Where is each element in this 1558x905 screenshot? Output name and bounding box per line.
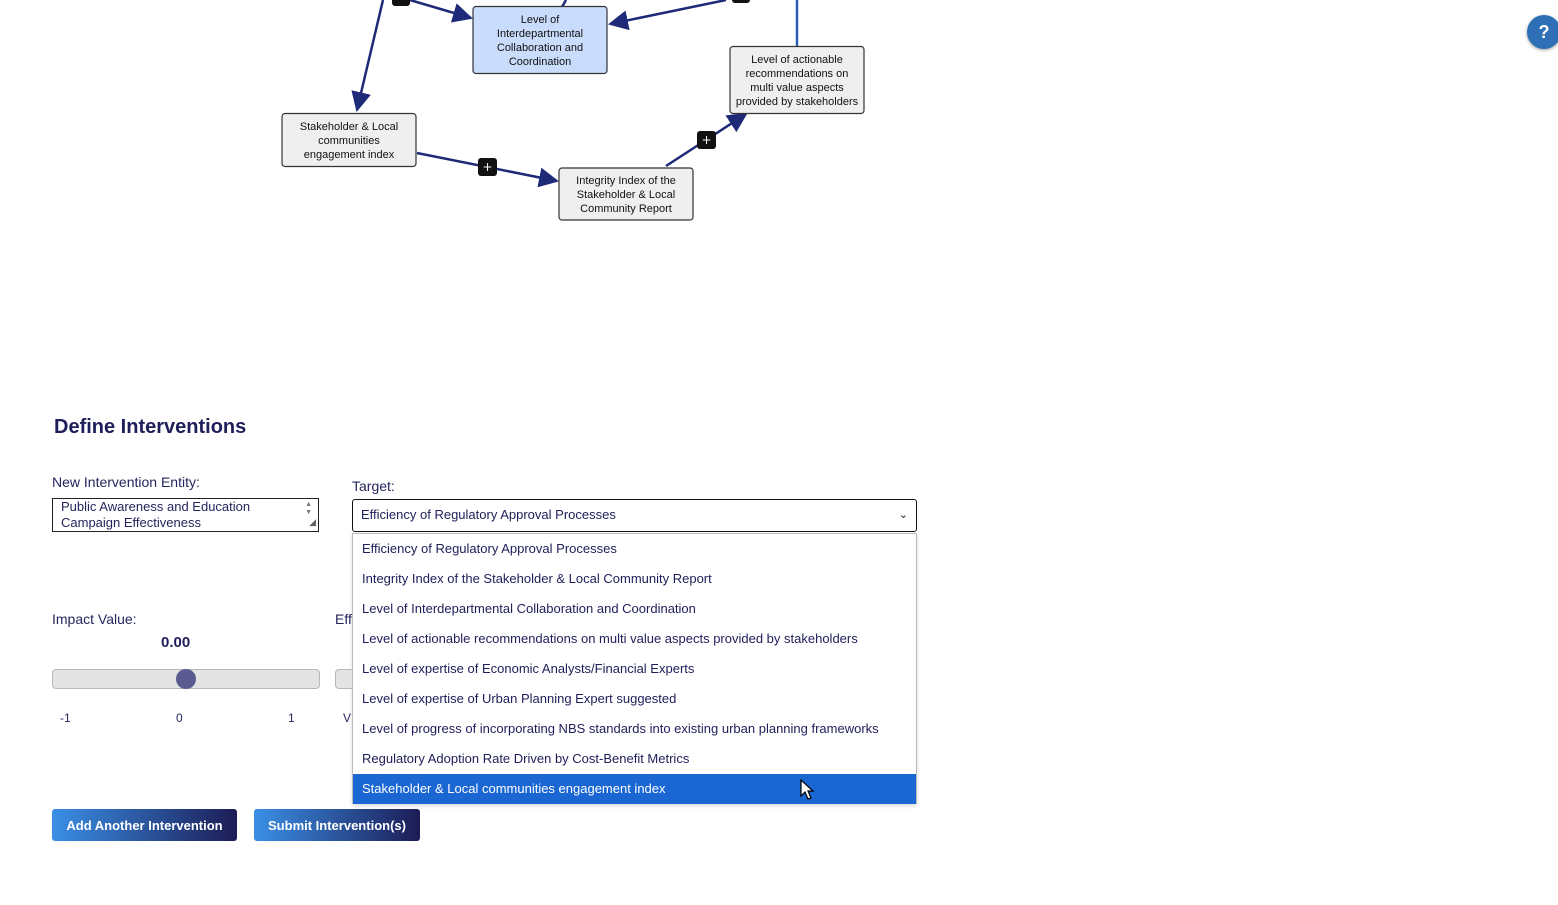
partial-field-label: Eff xyxy=(335,611,352,627)
add-intervention-button[interactable]: Add Another Intervention xyxy=(52,809,237,841)
dropdown-option[interactable]: Efficiency of Regulatory Approval Proces… xyxy=(353,534,916,564)
target-selected-value: Efficiency of Regulatory Approval Proces… xyxy=(361,507,616,522)
entity-label: New Intervention Entity: xyxy=(52,474,200,490)
entity-value: Public Awareness and Education Campaign … xyxy=(61,499,251,530)
node-label-line: communities xyxy=(318,135,380,147)
resize-grip-icon[interactable]: ◢ xyxy=(309,514,316,530)
node-label-line: Community Report xyxy=(580,203,672,215)
section-title: Define Interventions xyxy=(54,416,247,438)
node-label-line: Level of xyxy=(521,14,560,26)
dropdown-option[interactable]: Level of Interdepartmental Collaboration… xyxy=(353,594,916,624)
dropdown-option[interactable]: Regulatory Adoption Rate Driven by Cost-… xyxy=(353,744,916,774)
help-button[interactable]: ? xyxy=(1527,15,1558,49)
edge-top-left-to-stakeholder xyxy=(351,0,385,112)
edge-sign-partial-left xyxy=(392,0,410,6)
svg-text:+: + xyxy=(701,133,711,147)
node-stakeholder-engagement[interactable]: Stakeholder & Local communities engagement… xyxy=(281,112,417,168)
edge-top-left-to-collab xyxy=(409,0,473,23)
help-icon: ? xyxy=(1538,21,1550,42)
node-label-line: Interdepartmental xyxy=(497,28,583,40)
dropdown-option[interactable]: Level of progress of incorporating NBS s… xyxy=(353,714,916,744)
edge-sign-stakeholder-integrity[interactable]: + xyxy=(478,158,497,176)
edge-sign-partial-right xyxy=(732,0,750,3)
target-select[interactable]: Efficiency of Regulatory Approval Proces… xyxy=(352,499,917,532)
node-label-line: Integrity Index of the xyxy=(576,175,676,187)
target-label: Target: xyxy=(352,478,395,494)
svg-text:+: + xyxy=(482,160,492,174)
edge-sign-integrity-actionable[interactable]: + xyxy=(697,131,716,149)
dropdown-option[interactable]: Level of expertise of Economic Analysts/… xyxy=(353,654,916,684)
causal-graph[interactable]: + + Level of Interdepartmental Collaborati… xyxy=(0,0,1558,400)
entity-textarea[interactable]: Public Awareness and Education Campaign … xyxy=(52,498,319,532)
node-label-line: Stakeholder & Local xyxy=(577,189,675,201)
impact-value: 0.00 xyxy=(161,634,191,651)
node-integrity-index[interactable]: Integrity Index of the Stakeholder & Loca… xyxy=(558,167,694,221)
node-collaboration[interactable]: Level of Interdepartmental Collaboration a… xyxy=(472,5,608,75)
node-label-line: Level of actionable xyxy=(751,54,843,66)
impact-slider-thumb[interactable] xyxy=(176,669,196,689)
node-label-line: Stakeholder & Local xyxy=(300,121,398,133)
impact-label: Impact Value: xyxy=(52,611,137,627)
target-dropdown-list: Efficiency of Regulatory Approval Proces… xyxy=(352,533,917,804)
edge-top-right-to-collab xyxy=(608,0,727,31)
node-label-line: provided by stakeholders xyxy=(736,96,859,108)
dropdown-option[interactable]: Level of actionable recommendations on m… xyxy=(353,624,916,654)
partial-tick: V xyxy=(343,711,352,725)
node-label-line: multi value aspects xyxy=(750,82,844,94)
node-label-line: Coordination xyxy=(509,56,571,68)
mouse-cursor-icon xyxy=(800,779,815,800)
node-label-line: engagement index xyxy=(304,149,395,161)
impact-slider[interactable] xyxy=(52,669,320,689)
dropdown-option-highlighted[interactable]: Stakeholder & Local communities engageme… xyxy=(353,774,916,804)
impact-tick-mid: 0 xyxy=(176,711,183,725)
dropdown-option[interactable]: Integrity Index of the Stakeholder & Loc… xyxy=(353,564,916,594)
node-actionable-recommendations[interactable]: Level of actionable recommendations on mul… xyxy=(729,45,865,115)
node-label-line: recommendations on xyxy=(746,68,849,80)
impact-tick-max: 1 xyxy=(288,711,295,725)
submit-interventions-button[interactable]: Submit Intervention(s) xyxy=(254,809,420,841)
node-label-line: Collaboration and xyxy=(497,42,583,54)
dropdown-option[interactable]: Level of expertise of Urban Planning Exp… xyxy=(353,684,916,714)
chevron-down-icon: ⌄ xyxy=(898,509,908,521)
partial-slider[interactable] xyxy=(335,669,352,689)
impact-tick-min: -1 xyxy=(60,711,71,725)
